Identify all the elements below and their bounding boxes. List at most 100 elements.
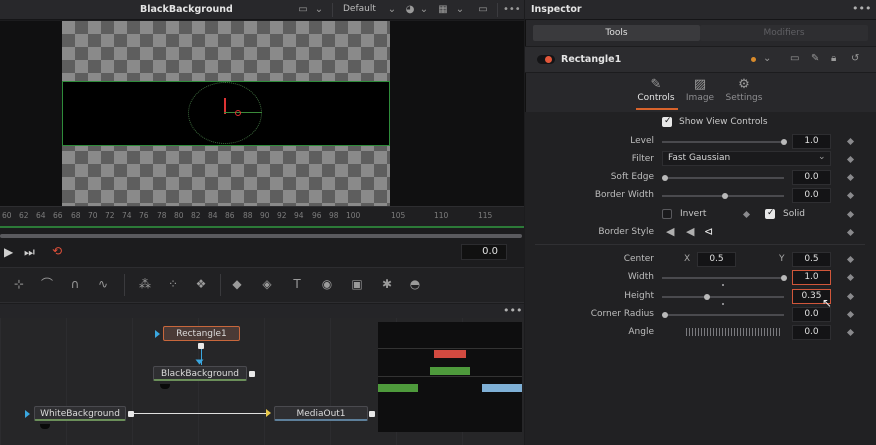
- ruler-tick: 78: [157, 211, 167, 220]
- shape3d-icon[interactable]: ◆: [228, 276, 246, 292]
- current-time-field[interactable]: 0.0: [461, 244, 507, 260]
- tab-tools[interactable]: Tools: [533, 25, 700, 41]
- play-icon[interactable]: ▶: [4, 245, 13, 259]
- image-icon: ▨: [693, 77, 707, 92]
- tool-color-swatch[interactable]: [751, 57, 756, 62]
- cube-icon[interactable]: ▣: [348, 276, 366, 292]
- subtab-settings[interactable]: ⚙ Settings: [720, 77, 768, 103]
- filter-select[interactable]: Fast Gaussian: [662, 151, 831, 166]
- chevron-down-icon[interactable]: ⌄: [385, 4, 399, 16]
- merge3d-icon[interactable]: ◈: [258, 276, 276, 292]
- ruler-tick: 96: [312, 211, 322, 220]
- layout-select[interactable]: Default: [343, 4, 376, 14]
- xspline-icon[interactable]: ∿: [94, 276, 112, 292]
- soft-edge-slider-thumb[interactable]: [662, 175, 668, 181]
- border-style-round-icon[interactable]: ◀: [686, 225, 694, 238]
- navigator-node: [434, 350, 466, 358]
- renderer3d-icon[interactable]: ◉: [318, 276, 336, 292]
- width-slider-thumb[interactable]: [781, 275, 787, 281]
- camera3d-icon[interactable]: ✱: [378, 276, 396, 292]
- border-style-miter-icon[interactable]: ⊲: [704, 225, 713, 238]
- center-label: Center: [623, 254, 654, 264]
- input-arrow-icon: [266, 409, 271, 417]
- corner-radius-field[interactable]: 0.0: [792, 307, 831, 322]
- border-style-bevel-icon[interactable]: ◀: [666, 225, 674, 238]
- reset-icon[interactable]: ↺: [851, 53, 859, 64]
- node-editor-header: [0, 304, 524, 318]
- particle-emitter-icon[interactable]: ⁘: [164, 276, 182, 292]
- timeline-scrollbar[interactable]: [0, 234, 522, 238]
- color-channel-icon[interactable]: ◕: [403, 4, 417, 16]
- subtab-image[interactable]: ▨ Image: [676, 77, 724, 103]
- node-output-port[interactable]: [128, 411, 134, 417]
- node-black-background[interactable]: BlackBackground: [153, 366, 247, 381]
- polyline-icon[interactable]: ⊹: [10, 276, 28, 292]
- height-slider-thumb[interactable]: [703, 294, 710, 300]
- time-ruler[interactable]: 60 62 64 66 68 70 72 74 76 78 80 82 84 8…: [0, 206, 524, 228]
- corner-radius-slider-thumb[interactable]: [662, 312, 668, 318]
- ruler-tick: 66: [53, 211, 63, 220]
- ruler-tick: 72: [105, 211, 115, 220]
- tab-modifiers[interactable]: Modifiers: [700, 25, 868, 41]
- roi-icon[interactable]: ▭: [476, 4, 490, 16]
- chevron-down-icon[interactable]: ⌄: [312, 4, 326, 16]
- particle-render-icon[interactable]: ❖: [192, 276, 210, 292]
- angle-field[interactable]: 0.0: [792, 325, 831, 340]
- lock-icon[interactable]: 🔒︎: [831, 53, 836, 64]
- show-view-controls-checkbox[interactable]: [662, 116, 672, 127]
- node-media-out[interactable]: MediaOut1: [274, 406, 368, 421]
- solid-checkbox[interactable]: [765, 208, 775, 219]
- loop-icon[interactable]: ⟲: [52, 244, 62, 258]
- viewer-layout-icon[interactable]: ▭: [296, 4, 310, 16]
- node-white-background[interactable]: WhiteBackground: [34, 406, 126, 421]
- ruler-tick: 82: [191, 211, 201, 220]
- soft-edge-field[interactable]: 0.0: [792, 170, 831, 185]
- text3d-icon[interactable]: T: [288, 276, 306, 292]
- soft-edge-slider[interactable]: [662, 177, 784, 179]
- subtab-controls[interactable]: ✎ Controls: [632, 77, 680, 103]
- inspector-menu-icon[interactable]: •••: [852, 2, 871, 15]
- soft-edge-label: Soft Edge: [610, 172, 654, 182]
- node-output-port[interactable]: [369, 411, 375, 417]
- level-slider[interactable]: [662, 141, 784, 143]
- corner-radius-slider[interactable]: [662, 314, 784, 316]
- chevron-down-icon[interactable]: ⌄: [417, 4, 431, 16]
- width-field[interactable]: 1.0: [792, 270, 831, 285]
- border-width-slider-thumb[interactable]: [721, 193, 728, 199]
- versions-icon[interactable]: ▭: [790, 53, 799, 64]
- level-slider-thumb[interactable]: [781, 139, 787, 145]
- chevron-down-icon[interactable]: ⌄: [763, 53, 771, 64]
- x-axis-handle[interactable]: [224, 112, 262, 113]
- center-handle[interactable]: [235, 110, 241, 116]
- ruler-tick: 115: [478, 211, 493, 220]
- width-slider[interactable]: [662, 277, 784, 279]
- light-icon[interactable]: ◓: [406, 276, 424, 292]
- center-y-field[interactable]: 0.5: [792, 252, 831, 267]
- angle-label: Angle: [628, 327, 654, 337]
- center-x-field[interactable]: 0.5: [697, 252, 736, 267]
- node-output-port[interactable]: [249, 371, 255, 377]
- input-arrow-icon: [155, 330, 160, 338]
- ruler-tick: 110: [434, 211, 449, 220]
- go-to-end-icon[interactable]: ⏭: [24, 245, 35, 260]
- angle-thumbwheel[interactable]: [686, 328, 782, 336]
- bspline-icon[interactable]: ⌒: [38, 276, 56, 292]
- particles-icon[interactable]: ⁂: [136, 276, 154, 292]
- bezier-icon[interactable]: ∩: [66, 276, 84, 292]
- viewer-menu-icon[interactable]: •••: [503, 4, 521, 16]
- pin-icon[interactable]: ✎: [811, 53, 819, 64]
- height-slider[interactable]: [662, 296, 784, 298]
- border-width-field[interactable]: 0.0: [792, 188, 831, 203]
- level-field[interactable]: 1.0: [792, 134, 831, 149]
- chevron-down-icon[interactable]: ⌄: [453, 4, 467, 16]
- node-rectangle[interactable]: Rectangle1: [163, 326, 240, 341]
- chevron-down-icon[interactable]: ⌄: [818, 152, 826, 162]
- grid-icon[interactable]: ▦: [436, 4, 450, 16]
- ruler-tick: 88: [243, 211, 253, 220]
- transport-bar: [0, 240, 524, 266]
- node-editor-menu-icon[interactable]: •••: [503, 304, 522, 317]
- subtab-label: Image: [685, 93, 715, 103]
- invert-checkbox[interactable]: [662, 209, 672, 219]
- navigator-node: [430, 367, 470, 375]
- node-navigator[interactable]: [378, 322, 522, 432]
